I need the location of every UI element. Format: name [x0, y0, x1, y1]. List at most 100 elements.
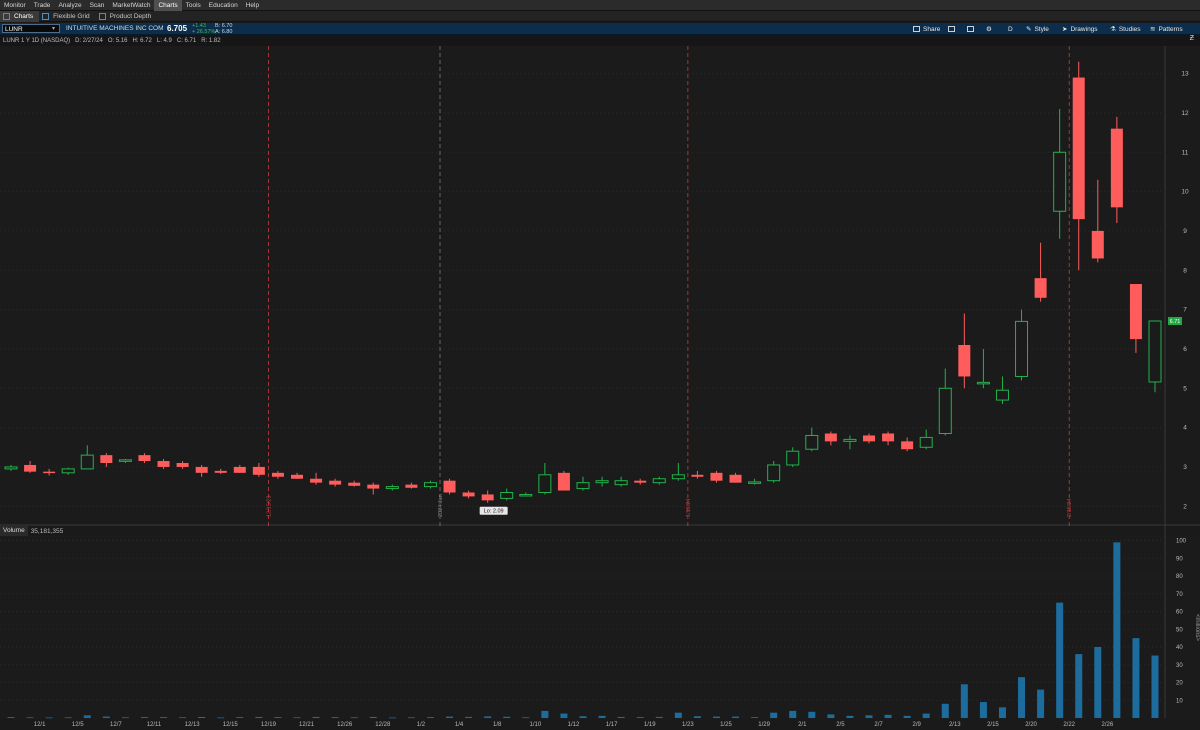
candle-body [824, 433, 837, 442]
candle-body [786, 450, 800, 466]
company-name: INTUITIVE MACHINES INC COM [66, 25, 164, 32]
volume-bar [579, 716, 587, 718]
x-tick-label: 1/17 [606, 722, 618, 728]
menu-item-charts[interactable]: Charts [154, 0, 182, 11]
share-icon [913, 26, 920, 32]
style-button[interactable]: ✎ Style [1026, 24, 1049, 34]
subtab-charts[interactable]: Charts [0, 10, 40, 22]
menu-item-trade[interactable]: Trade [30, 0, 55, 11]
candle-body [863, 435, 875, 442]
price-tick-label: 12 [1181, 110, 1189, 117]
scale-toggle-icon[interactable]: Ƶ [1190, 35, 1194, 42]
x-tick-label: 12/11 [147, 722, 162, 728]
volume-tick-label: 100 [1176, 539, 1187, 545]
volume-bar [1132, 638, 1140, 718]
x-tick-label: 2/15 [987, 722, 999, 728]
candle-body [710, 472, 723, 481]
volume-tick-label: 20 [1176, 681, 1183, 687]
candle-body [995, 389, 1009, 401]
candle-body [329, 480, 342, 485]
x-tick-label: 12/5 [72, 722, 84, 728]
subtab-label: Product Depth [109, 12, 152, 20]
candle-body [576, 482, 590, 490]
volume-bar [1018, 677, 1026, 718]
volume-bar [522, 717, 530, 719]
event-marker-label: 12/15/23 [266, 496, 272, 517]
sub-tabs-bar: Charts Flexible Grid Product Depth [0, 10, 1200, 22]
volume-tick-label: 50 [1176, 627, 1183, 633]
subtab-product-depth[interactable]: Product Depth [96, 11, 158, 22]
menu-item-marketwatch[interactable]: MarketWatch [108, 0, 154, 11]
menu-item-monitor[interactable]: Monitor [0, 0, 30, 11]
volume-bar [560, 713, 568, 718]
volume-bar [255, 716, 263, 718]
x-tick-label: 12/21 [299, 722, 315, 728]
volume-bar [331, 717, 339, 718]
x-tick-label: 12/28 [375, 722, 391, 728]
price-tick-label: 3 [1183, 464, 1187, 471]
volume-bar [598, 715, 606, 718]
candle-body [901, 441, 914, 450]
snapshot-button[interactable] [948, 24, 958, 34]
price-tick-label: 11 [1182, 149, 1189, 156]
volume-bar [217, 717, 225, 719]
volume-tick-label: 90 [1176, 556, 1183, 562]
style-label: Style [1034, 25, 1049, 33]
volume-bar [808, 711, 816, 718]
candle-body [1053, 151, 1067, 212]
settings-button[interactable]: ⚙ [986, 24, 992, 34]
candle-body [195, 466, 208, 473]
candle-body [43, 471, 56, 474]
volume-bar [903, 715, 911, 718]
bid-ask: B: 6.70 A: 6.80 [215, 23, 232, 35]
timeframe-button[interactable]: D [1008, 24, 1013, 34]
x-tick-label: 2/13 [949, 722, 961, 728]
candle-body [348, 482, 361, 486]
x-tick-label: 12/15 [223, 722, 239, 728]
subtab-label: Flexible Grid [53, 12, 90, 20]
bar-date: D: 2/27/24 [75, 37, 103, 44]
low-label: Lo: 2.09 [484, 509, 504, 515]
patterns-icon: ≋ [1150, 26, 1156, 33]
candle-body [1148, 320, 1162, 383]
candle-body [729, 474, 742, 483]
subtab-flexible-grid[interactable]: Flexible Grid [39, 11, 95, 22]
volume-bar [941, 703, 949, 718]
menu-item-education[interactable]: Education [205, 0, 242, 11]
menu-item-scan[interactable]: Scan [86, 0, 109, 11]
price-tick-label: 2 [1183, 503, 1187, 510]
candle-body [291, 474, 303, 479]
flask-button[interactable] [967, 24, 977, 34]
volume-bar [7, 717, 15, 718]
bar-close: C: 6.71 [176, 37, 197, 44]
candle-body [367, 484, 380, 489]
menu-item-tools[interactable]: Tools [182, 0, 205, 11]
volume-bar [160, 717, 168, 718]
candle-body [233, 466, 246, 473]
candle-body [138, 455, 151, 462]
price-panel-bg [0, 46, 1200, 526]
drawings-button[interactable]: ➤ Drawings [1062, 24, 1098, 34]
x-tick-label: 12/19 [261, 722, 277, 728]
volume-bar [446, 716, 454, 718]
patterns-button[interactable]: ≋ Patterns [1150, 24, 1183, 34]
candle-body [919, 436, 933, 448]
volume-bar [789, 710, 797, 718]
candle-body [271, 472, 284, 477]
x-tick-label: 2/20 [1025, 722, 1037, 728]
candle-body [423, 482, 437, 488]
candle-body [843, 438, 857, 442]
volume-bar [274, 717, 282, 718]
menu-item-help[interactable]: Help [242, 0, 263, 11]
price-tick-label: 4 [1183, 425, 1187, 432]
menu-item-analyze[interactable]: Analyze [54, 0, 85, 11]
price-chart[interactable]: 2 3 4 5 6 7 8 9 10 11 12 13 10 20 30 40 50 60 70 80 90 100 <mi… [0, 46, 1200, 730]
bar-open: O: 5.16 [107, 37, 128, 44]
share-button[interactable]: Share [913, 24, 940, 34]
studies-button[interactable]: ⚗ Studies [1110, 24, 1141, 34]
price-tick-label: 8 [1183, 267, 1187, 274]
x-tick-label: 1/23 [682, 722, 694, 728]
candle-body [157, 461, 170, 467]
chevron-down-icon[interactable]: ▾ [52, 25, 55, 32]
volume-tick-label: 40 [1176, 645, 1183, 651]
